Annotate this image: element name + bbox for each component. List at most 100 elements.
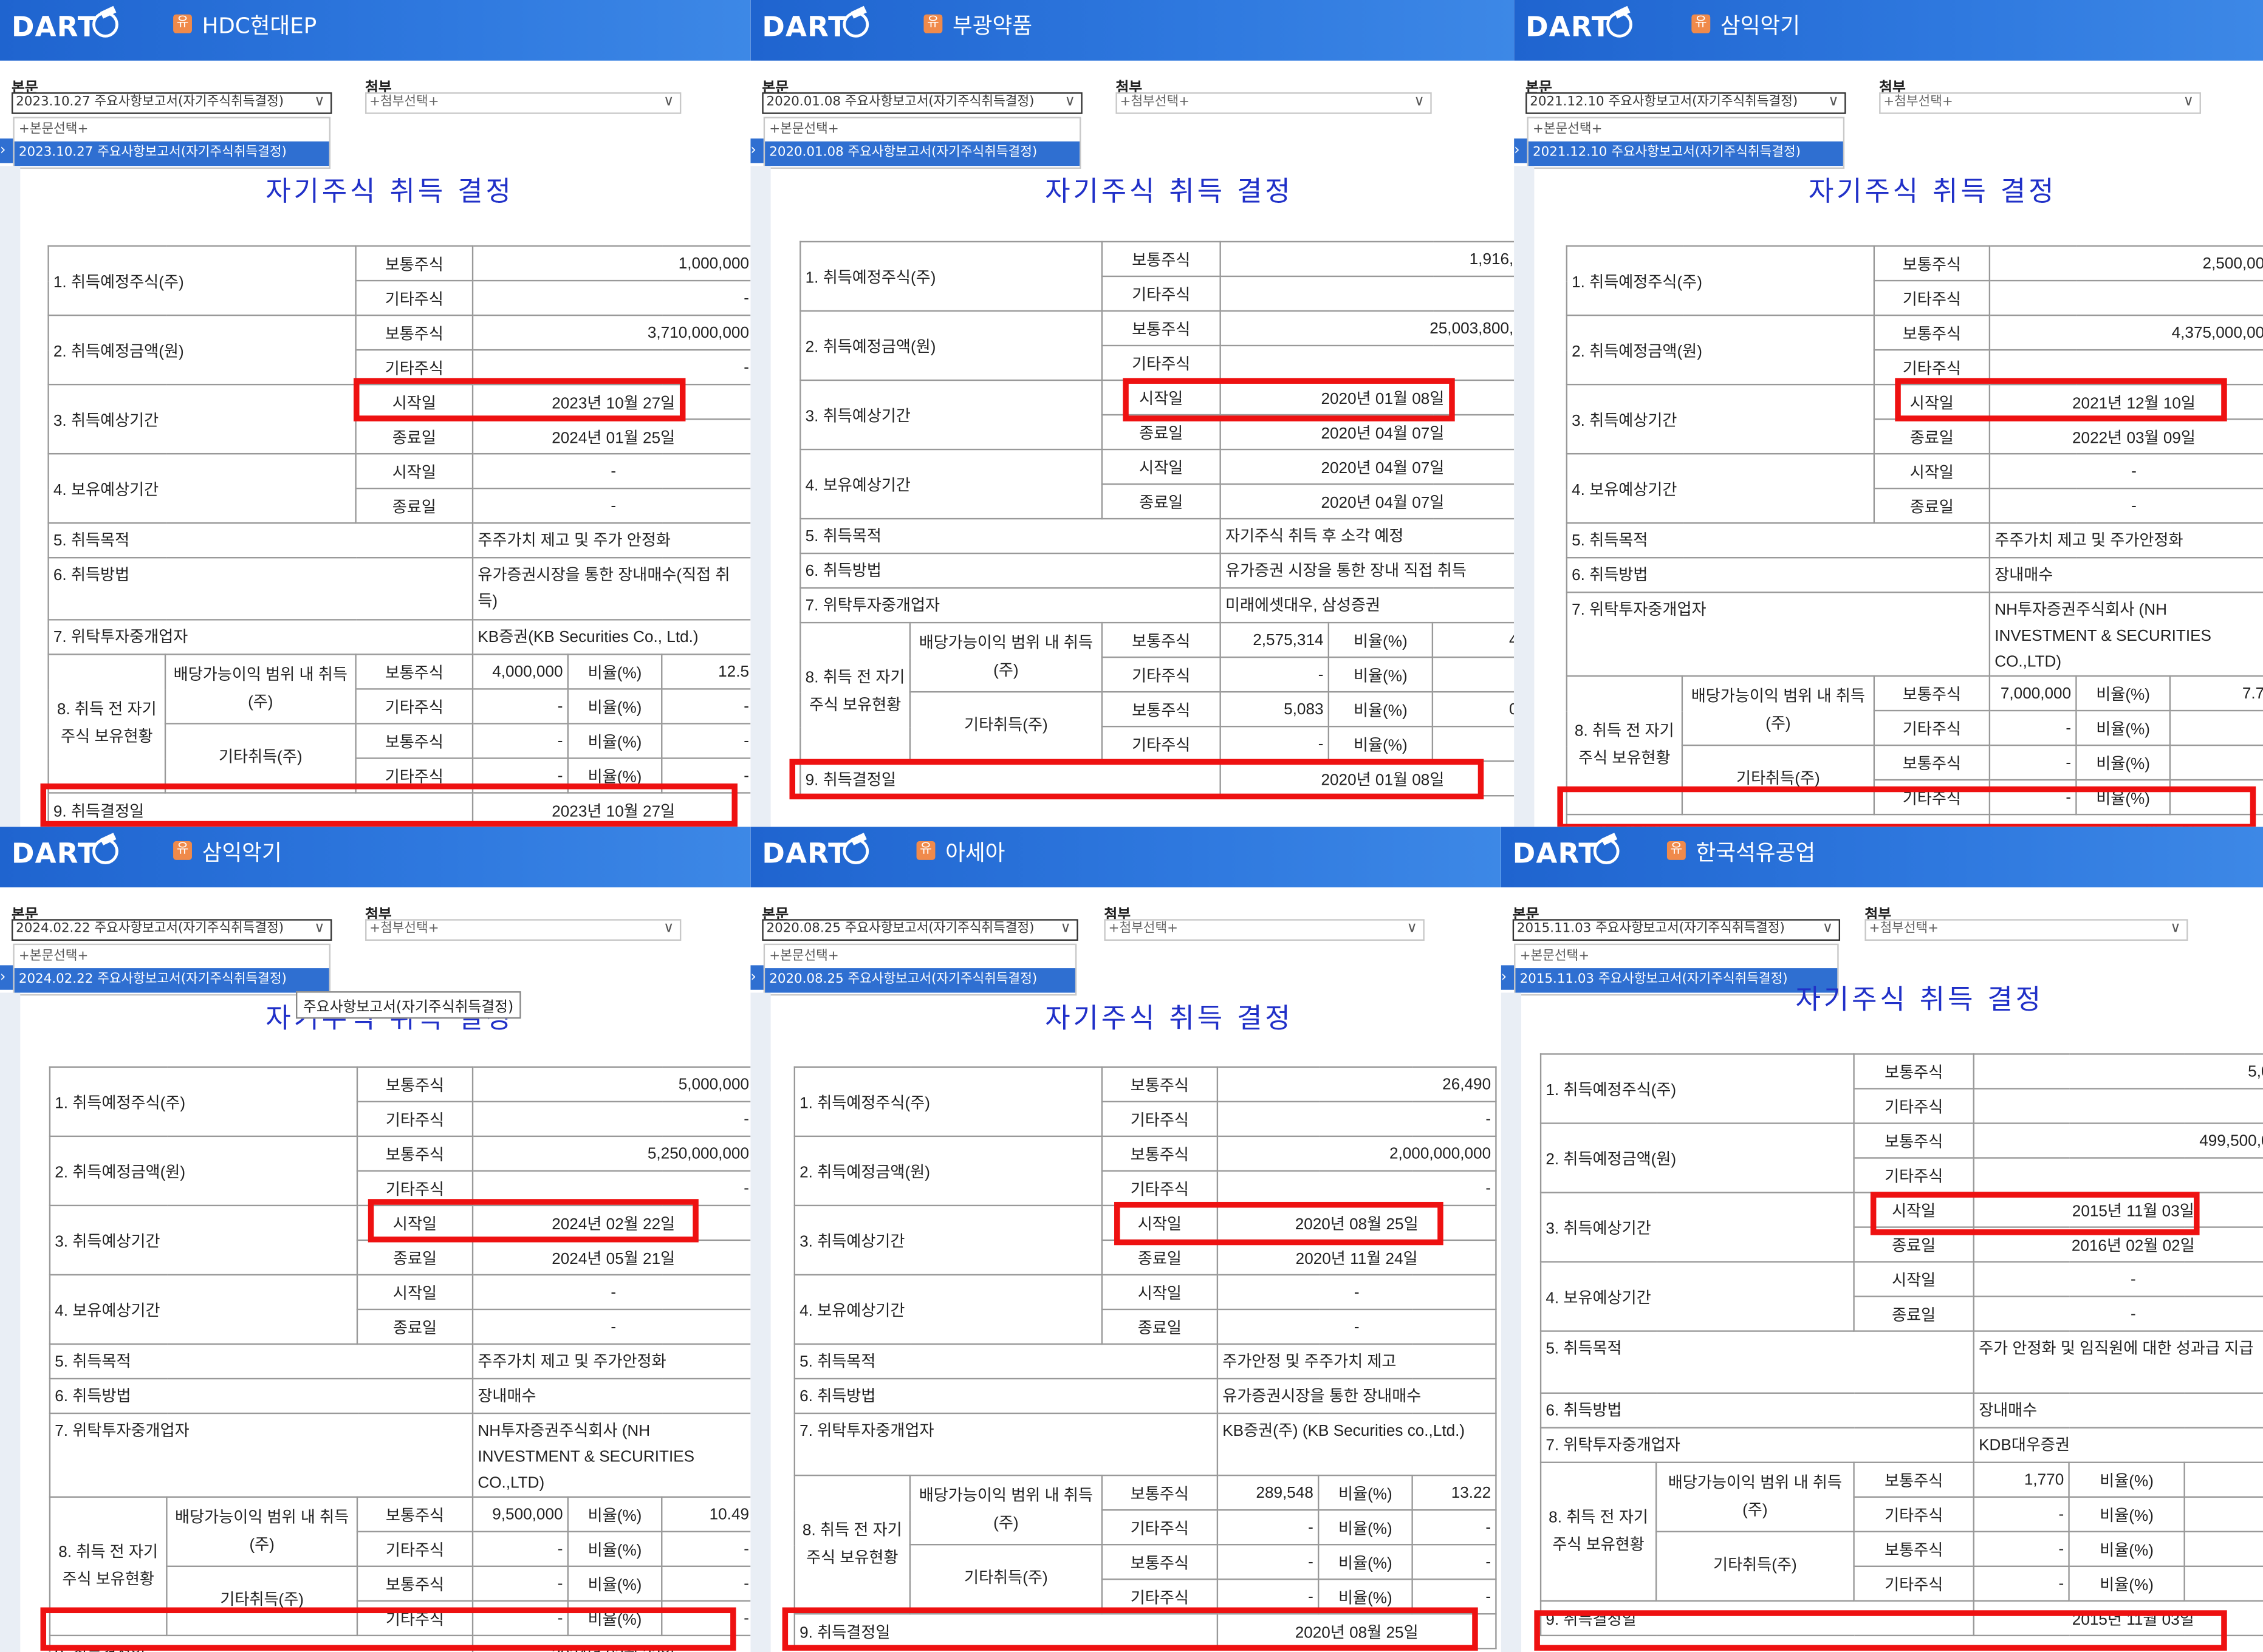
table-row: 1. 취득예정주식(주) 보통주식 1,000,000 <box>47 245 751 316</box>
cell-label: 보통주식 <box>1873 314 1991 351</box>
cell-label: 배당가능이익 범위 내 취득(주) <box>1655 1461 1855 1532</box>
dropdown-option-selected[interactable]: 2023.10.27 주요사항보고서(자기주식취득결정) <box>14 141 329 166</box>
cell-value: KDB대우증권 <box>1973 1427 2263 1463</box>
cell-value: 주주가치 제고 및 주가안정화 <box>1988 522 2263 559</box>
dropdown-option-selected[interactable]: 2020.08.25 주요사항보고서(자기주식취득결정) <box>765 968 1075 993</box>
cell-value: - <box>2183 1531 2263 1568</box>
cell-label: 비율(%) <box>2068 1565 2185 1602</box>
cell-value: 2020년 08월 25일 <box>1216 1204 1497 1241</box>
cell-label: 기타주식 <box>1101 656 1221 693</box>
cell-label: 보통주식 <box>355 654 474 690</box>
cell-value: 장내매수 <box>1988 557 2263 593</box>
cell-label: 보통주식 <box>355 314 474 351</box>
dropdown-option-selected[interactable]: 2020.01.08 주요사항보고서(자기주식취득결정) <box>765 141 1080 166</box>
dropdown-option-selected[interactable]: 2021.12.10 주요사항보고서(자기주식취득결정) <box>1528 141 1843 166</box>
dart-logo[interactable]: DART <box>12 12 119 43</box>
attach-select-value: +첨부선택+ <box>369 922 439 937</box>
cell-label: 기타주식 <box>356 1170 474 1207</box>
dropdown-option-placeholder[interactable]: +본문선택+ <box>15 945 329 968</box>
cell-value: 2,000,000,000 <box>1216 1135 1497 1172</box>
cell-value: 2020년 11월 24일 <box>1216 1239 1497 1276</box>
cell-value: - <box>1973 1157 2263 1193</box>
dropdown-option-placeholder[interactable]: +본문선택+ <box>765 118 1080 142</box>
cell-value: - <box>1411 1579 1497 1615</box>
cell-value: - <box>1216 1579 1320 1615</box>
cell-label: 시작일 <box>1853 1192 1974 1228</box>
table-row: 2. 취득예정금액(원) 보통주식 2,000,000,000 <box>793 1135 1497 1207</box>
dropdown-option-placeholder[interactable]: +본문선택+ <box>765 945 1075 968</box>
dart-logo[interactable]: DART <box>12 838 119 870</box>
cell-value: - <box>1973 1088 2263 1124</box>
attach-select[interactable]: +첨부선택+ ∨ <box>1879 92 2201 114</box>
table-row: 5. 취득목적 주주가치 제고 및 주가 안정화 <box>47 522 751 559</box>
attach-select[interactable]: +첨부선택+ ∨ <box>1115 92 1432 114</box>
dart-logo[interactable]: DART <box>1513 838 1620 870</box>
cell-value: 7.73 <box>2169 675 2263 712</box>
dart-panel-3: DART 유 삼익악기 본문 첨부 2021.12.10 주요사항보고서(자기주… <box>1514 0 2263 827</box>
cell-label: 시작일 <box>1853 1261 1974 1297</box>
attach-select[interactable]: +첨부선택+ ∨ <box>365 919 682 941</box>
attach-select[interactable]: +첨부선택+ ∨ <box>1864 919 2188 941</box>
dropdown-option-placeholder[interactable]: +본문선택+ <box>15 118 329 142</box>
left-gutter <box>0 992 21 1652</box>
cell-value: 2020년 04월 07일 <box>1219 448 1515 485</box>
cell-value: 2021년 12월 10일 <box>1988 813 2263 827</box>
dart-panel-1: DART 유 HDC현대EP 본문 첨부 2023.10.27 주요사항보고서(… <box>0 0 751 827</box>
table-row: 1. 취득예정주식(주) 보통주식 5,000 <box>1539 1053 2263 1124</box>
cell-value: - <box>471 279 751 316</box>
cell-label: 비율(%) <box>567 654 663 690</box>
row-label: 7. 위탁투자중개업자 <box>49 1412 474 1498</box>
acquisition-table: 1. 취득예정주식(주) 보통주식 2,500,000 기타주식 - 2. 취득… <box>1566 245 2263 827</box>
body-select[interactable]: 2024.02.22 주요사항보고서(자기주식취득결정) ∨ <box>12 919 332 941</box>
attach-select[interactable]: +첨부선택+ ∨ <box>1104 919 1425 941</box>
attach-select[interactable]: +첨부선택+ ∨ <box>365 92 682 114</box>
cell-label: 기타주식 <box>355 279 474 316</box>
cell-label: 배당가능이익 범위 내 취득(주) <box>909 1474 1103 1546</box>
table-row: 5. 취득목적 주주가치 제고 및 주가안정화 <box>1566 522 2263 559</box>
body-select[interactable]: 2020.08.25 주요사항보고서(자기주식취득결정) ∨ <box>762 919 1078 941</box>
chevron-down-icon: ∨ <box>314 920 325 937</box>
cell-value: 2,500,000 <box>1988 245 2263 282</box>
body-select[interactable]: 2023.10.27 주요사항보고서(자기주식취득결정) ∨ <box>12 92 332 114</box>
cell-label: 종료일 <box>1101 1308 1219 1345</box>
logo-mark-icon <box>92 12 119 38</box>
company-name: 삼익악기 <box>202 839 282 866</box>
dart-logo[interactable]: DART <box>762 838 869 870</box>
body-dropdown: +본문선택+ 2020.08.25 주요사항보고서(자기주식취득결정) <box>763 943 1077 996</box>
chevron-down-icon: ∨ <box>1064 94 1075 110</box>
cell-label: 기타주식 <box>1873 779 1991 816</box>
cell-label: 보통주식 <box>1873 744 1991 781</box>
cell-value: - <box>1216 1543 1320 1580</box>
cell-value: 9,500,000 <box>471 1496 569 1532</box>
table-row: 3. 취득예상기간 시작일 2020년 01월 08일 <box>799 379 1515 451</box>
cell-value: 2024년 02월 22일 <box>471 1204 751 1241</box>
acquisition-table: 1. 취득예정주식(주) 보통주식 5,000 기타주식 - 2. 취득예정금액… <box>1539 1053 2263 1637</box>
left-gutter <box>1514 166 1535 827</box>
cell-label: 비율(%) <box>567 1565 663 1602</box>
attach-select-value: +첨부선택+ <box>1120 95 1190 110</box>
body-select[interactable]: 2021.12.10 주요사항보고서(자기주식취득결정) ∨ <box>1525 92 1846 114</box>
cell-label: 비율(%) <box>567 1531 663 1568</box>
dropdown-option-selected[interactable]: 2024.02.22 주요사항보고서(자기주식취득결정) <box>14 968 329 993</box>
row-label: 7. 위탁투자중개업자 <box>47 619 474 655</box>
dart-logo[interactable]: DART <box>1525 12 1633 43</box>
cell-value: 4.05 <box>1431 621 1515 658</box>
body-select[interactable]: 2020.01.08 주요사항보고서(자기주식취득결정) ∨ <box>762 92 1083 114</box>
cell-value: 주가 안정화 및 임직원에 대한 성과급 지급 <box>1973 1330 2263 1394</box>
body-select[interactable]: 2015.11.03 주요사항보고서(자기주식취득결정) ∨ <box>1512 919 1841 941</box>
cell-label: 보통주식 <box>1101 1543 1219 1580</box>
chevron-right-icon: › <box>1514 138 1527 163</box>
cell-value: - <box>1431 656 1515 693</box>
dropdown-option-placeholder[interactable]: +본문선택+ <box>1529 118 1843 142</box>
dart-panel-2: DART 유 부광약품 본문 첨부 2020.01.08 주요사항보고서(자기주… <box>750 0 1515 827</box>
row-label: 3. 취득예상기간 <box>793 1204 1103 1276</box>
dropdown-option-placeholder[interactable]: +본문선택+ <box>1515 945 1837 968</box>
row-label: 6. 취득방법 <box>799 552 1221 589</box>
cell-label: 종료일 <box>1101 414 1221 451</box>
row-label: 8. 취득 전 자기주식 보유현황 <box>1566 675 1683 816</box>
cell-label: 기타주식 <box>1101 1579 1219 1615</box>
chevron-down-icon: ∨ <box>1822 920 1833 937</box>
cell-label: 종료일 <box>356 1239 474 1276</box>
cell-label: 보통주식 <box>1853 1461 1974 1498</box>
dart-logo[interactable]: DART <box>762 12 869 43</box>
